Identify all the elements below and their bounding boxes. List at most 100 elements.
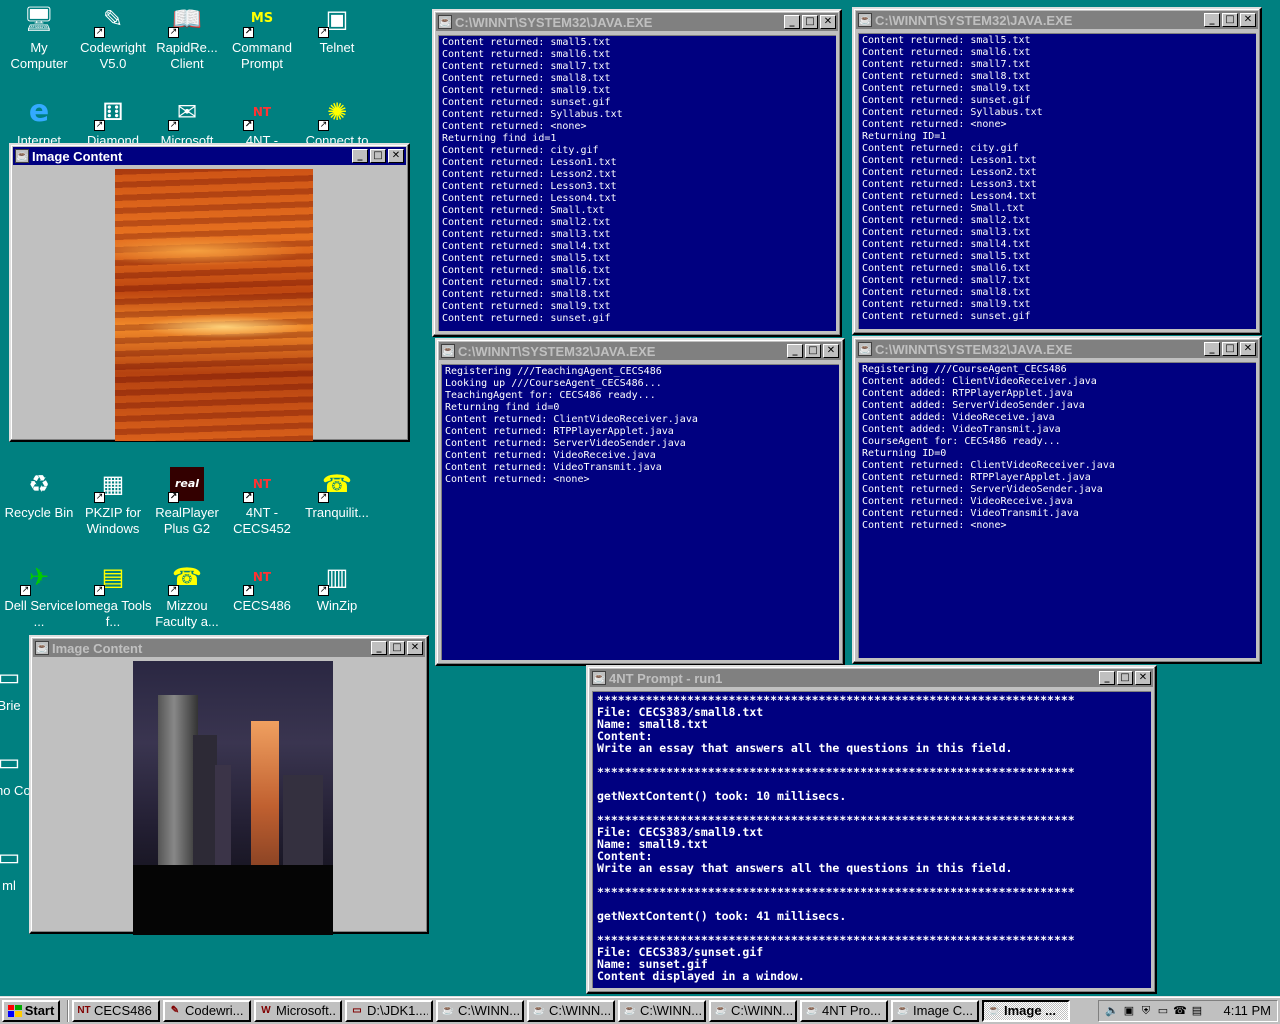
task-app-icon: W bbox=[261, 1004, 271, 1016]
desktop-icon-internet[interactable]: e Internet bbox=[0, 95, 78, 149]
titlebar[interactable]: ☕ Image Content _ □ ✕ bbox=[13, 147, 406, 165]
titlebar[interactable]: ☕ 4NT Prompt - run1 _ □ ✕ bbox=[590, 669, 1153, 687]
close-button[interactable]: ✕ bbox=[1240, 342, 1256, 356]
desktop-icon-pkzip[interactable]: ▦ ↗ PKZIP for Windows bbox=[74, 467, 152, 537]
clock[interactable]: 4:11 PM bbox=[1224, 1003, 1271, 1018]
image-window-city[interactable]: ☕ Image Content _ □ ✕ bbox=[29, 635, 429, 935]
taskbar-button[interactable]: ☕ C:\WINN... bbox=[709, 999, 797, 1022]
console-line: Content returned: <none> bbox=[442, 121, 587, 132]
console-line: Content displayed in a window. bbox=[597, 969, 805, 983]
console-line: Name: small9.txt bbox=[597, 837, 708, 851]
4nt-icon: NT ↗ bbox=[243, 477, 272, 503]
minimize-button[interactable]: _ bbox=[352, 149, 368, 163]
maximize-button[interactable]: □ bbox=[370, 149, 386, 163]
console-window-2[interactable]: ☕ C:\WINNT\SYSTEM32\JAVA.EXE _ □ ✕ Conte… bbox=[852, 7, 1262, 335]
console-line: Registering ///CourseAgent_CECS486 bbox=[862, 364, 1067, 375]
console-line: Content returned: Lesson4.txt bbox=[862, 191, 1037, 202]
monitor-icon[interactable]: ▭ bbox=[1156, 1004, 1170, 1018]
desktop-icon-diamond[interactable]: ⚅ ↗ Diamond bbox=[74, 95, 152, 149]
desktop-icon-microsoft[interactable]: ✉ ↗ Microsoft bbox=[148, 95, 226, 149]
minimize-button[interactable]: _ bbox=[371, 641, 387, 655]
maximize-button[interactable]: □ bbox=[1222, 13, 1238, 27]
console-window-4[interactable]: ☕ C:\WINNT\SYSTEM32\JAVA.EXE _ □ ✕ Regis… bbox=[852, 336, 1262, 664]
titlebar[interactable]: ☕ C:\WINNT\SYSTEM32\JAVA.EXE _ □ ✕ bbox=[856, 340, 1258, 358]
console-window-3[interactable]: ☕ C:\WINNT\SYSTEM32\JAVA.EXE _ □ ✕ Regis… bbox=[435, 338, 845, 666]
desktop-icon-connect-to[interactable]: ✺ ↗ Connect to bbox=[298, 95, 376, 149]
taskbar-button[interactable]: ☕ Image ... bbox=[982, 999, 1070, 1022]
console-line: Content returned: small8.txt bbox=[862, 287, 1031, 298]
close-button[interactable]: ✕ bbox=[1240, 13, 1256, 27]
window-title: C:\WINNT\SYSTEM32\JAVA.EXE bbox=[875, 12, 1073, 28]
titlebar[interactable]: ☕ C:\WINNT\SYSTEM32\JAVA.EXE _ □ ✕ bbox=[436, 13, 838, 31]
close-button[interactable]: ✕ bbox=[388, 149, 404, 163]
network-icon[interactable]: ▣ bbox=[1122, 1004, 1136, 1018]
minimize-button[interactable]: _ bbox=[1099, 671, 1115, 685]
taskbar-button[interactable]: W Microsoft... bbox=[254, 999, 342, 1022]
taskbar-button[interactable]: NT CECS486 bbox=[72, 999, 160, 1022]
close-button[interactable]: ✕ bbox=[823, 344, 839, 358]
taskbar-button[interactable]: ▭ D:\JDK1.... bbox=[345, 999, 433, 1022]
titlebar[interactable]: ☕ Image Content _ □ ✕ bbox=[33, 639, 425, 657]
taskbar-button[interactable]: ☕ C:\WINN... bbox=[436, 999, 524, 1022]
task-app-icon: ✎ bbox=[170, 1004, 180, 1016]
console-window-1[interactable]: ☕ C:\WINNT\SYSTEM32\JAVA.EXE _ □ ✕ Conte… bbox=[432, 9, 842, 337]
java-icon: ☕ bbox=[858, 342, 872, 356]
console-line: Content returned: Lesson2.txt bbox=[442, 169, 617, 180]
taskbar-button[interactable]: ☕ C:\WINN... bbox=[618, 999, 706, 1022]
maximize-button[interactable]: □ bbox=[805, 344, 821, 358]
desktop-icon-winzip[interactable]: ▥ ↗ WinZip bbox=[298, 560, 376, 614]
4nt-icon: NT ↗ bbox=[243, 570, 272, 596]
volume-icon[interactable]: 🔈 bbox=[1105, 1004, 1119, 1018]
titlebar[interactable]: ☕ C:\WINNT\SYSTEM32\JAVA.EXE _ □ ✕ bbox=[856, 11, 1258, 29]
icon-label: Telnet bbox=[319, 40, 355, 55]
minimize-button[interactable]: _ bbox=[1204, 13, 1220, 27]
image-window-sunset[interactable]: ☕ Image Content _ □ ✕ bbox=[9, 143, 410, 442]
start-button[interactable]: Start bbox=[2, 999, 60, 1022]
minimize-button[interactable]: _ bbox=[787, 344, 803, 358]
maximize-button[interactable]: □ bbox=[1117, 671, 1133, 685]
prompt-window[interactable]: ☕ 4NT Prompt - run1 _ □ ✕ **************… bbox=[586, 665, 1157, 994]
codewright-icon: ✎ ↗ bbox=[94, 5, 124, 38]
taskbar-button[interactable]: ☕ C:\WINN... bbox=[527, 999, 615, 1022]
shield-icon[interactable]: ⛨ bbox=[1139, 1004, 1153, 1018]
desktop-icon-tranquilit[interactable]: ☎ ↗ Tranquilit... bbox=[298, 467, 376, 521]
desktop-icon-iomega-tools[interactable]: ▤ ↗ Iomega Tools f... bbox=[74, 560, 152, 630]
close-button[interactable]: ✕ bbox=[1135, 671, 1151, 685]
desktop-icon-rapidre-client[interactable]: 📖 ↗ RapidRe... Client bbox=[148, 2, 226, 72]
desktop-icon-dell-service[interactable]: ✈ ↗ Dell Service ... bbox=[0, 560, 78, 630]
console-line: Content returned: RTPPlayerApplet.java bbox=[862, 472, 1091, 483]
maximize-button[interactable]: □ bbox=[389, 641, 405, 655]
printer-icon[interactable]: ▤ bbox=[1190, 1004, 1204, 1018]
iomega-icon: ▤ ↗ bbox=[94, 563, 125, 596]
desktop-icon-my-computer[interactable]: 🖥 My Computer bbox=[0, 2, 78, 72]
maximize-button[interactable]: □ bbox=[1222, 342, 1238, 356]
desktop-icon-4nt[interactable]: NT ↗ 4NT - bbox=[223, 95, 301, 149]
minimize-button[interactable]: _ bbox=[1204, 342, 1220, 356]
taskbar-button[interactable]: ☕ 4NT Pro... bbox=[800, 999, 888, 1022]
console-line: Content returned: ServerVideoSender.java bbox=[445, 438, 686, 449]
minimize-button[interactable]: _ bbox=[784, 15, 800, 29]
desktop-icon-realplayer[interactable]: real ↗ RealPlayer Plus G2 bbox=[148, 467, 226, 537]
close-button[interactable]: ✕ bbox=[820, 15, 836, 29]
close-button[interactable]: ✕ bbox=[407, 641, 423, 655]
desktop-icon-4nt-cecs452[interactable]: NT ↗ 4NT - CECS452 bbox=[223, 467, 301, 537]
console-output: Registering ///TeachingAgent_CECS486 Look… bbox=[441, 364, 839, 660]
desktop-icon-codewright[interactable]: ✎ ↗ Codewright V5.0 bbox=[74, 2, 152, 72]
task-label: C:\WINN... bbox=[640, 1003, 701, 1018]
desktop-icon-telnet[interactable]: ▣ ↗ Telnet bbox=[298, 2, 376, 56]
ie-icon: e bbox=[28, 94, 50, 129]
icon-label: PKZIP for Windows bbox=[84, 505, 142, 536]
desktop-icon-cecs486[interactable]: NT ↗ CECS486 bbox=[223, 560, 301, 614]
taskbar-button[interactable]: ☕ Image C... bbox=[891, 999, 979, 1022]
taskbar-button[interactable]: ✎ Codewri... bbox=[163, 999, 251, 1022]
task-app-icon: ☕ bbox=[441, 1004, 455, 1016]
maximize-button[interactable]: □ bbox=[802, 15, 818, 29]
task-label: C:\WINN... bbox=[549, 1003, 610, 1018]
desktop-icon-recycle-bin[interactable]: ♻ Recycle Bin bbox=[0, 467, 78, 521]
agent-icon[interactable]: ☎ bbox=[1173, 1004, 1187, 1018]
desktop-icon-mizzou-faculty[interactable]: ☎ ↗ Mizzou Faculty a... bbox=[148, 560, 226, 630]
console-line: Content returned: small8.txt bbox=[442, 289, 611, 300]
titlebar[interactable]: ☕ C:\WINNT\SYSTEM32\JAVA.EXE _ □ ✕ bbox=[439, 342, 841, 360]
start-label: Start bbox=[24, 1003, 55, 1018]
desktop-icon-command-prompt[interactable]: MS ↗ Command Prompt bbox=[223, 2, 301, 72]
